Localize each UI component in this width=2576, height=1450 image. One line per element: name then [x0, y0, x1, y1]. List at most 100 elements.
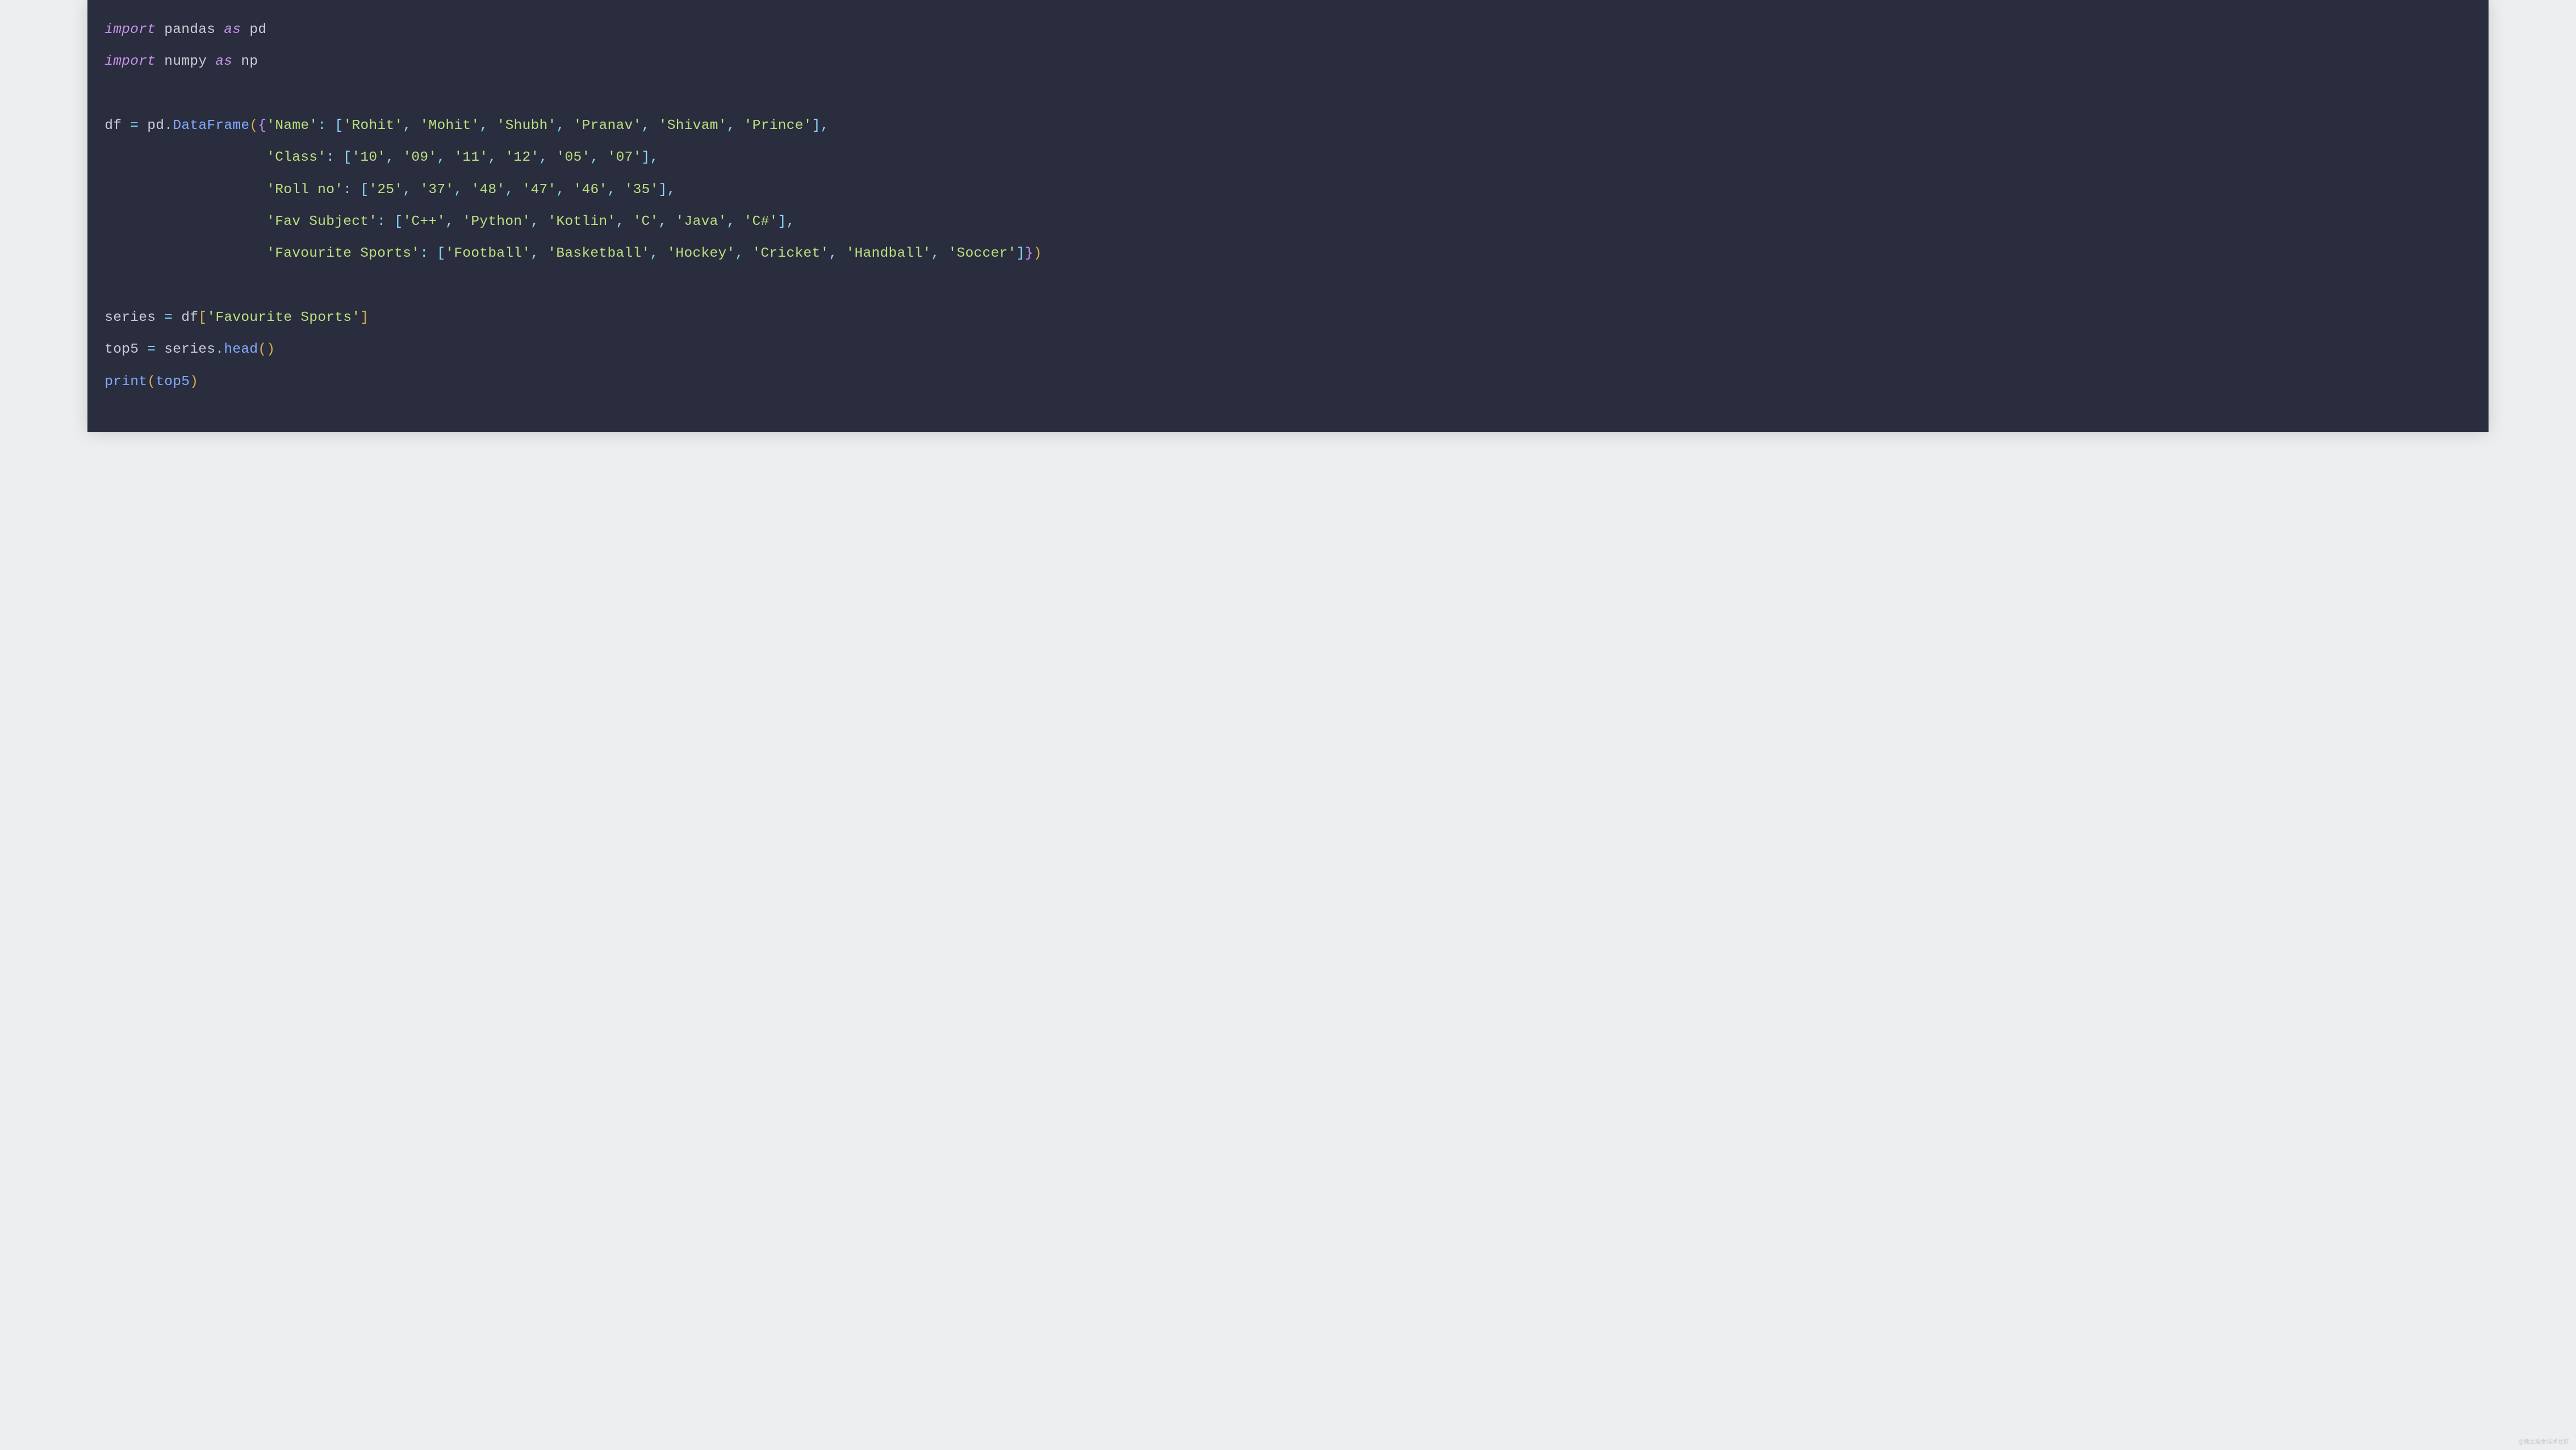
- colon: :: [343, 182, 352, 198]
- class-name: DataFrame: [173, 118, 249, 133]
- list-close: ]: [778, 214, 787, 229]
- list-open: [: [394, 214, 403, 229]
- dict-key: 'Roll no': [266, 182, 343, 198]
- string-literal: '46': [574, 182, 608, 198]
- string-literal: '11': [454, 150, 488, 165]
- paren-open: (: [258, 342, 266, 357]
- colon: :: [420, 246, 428, 261]
- builtin-function: print: [104, 374, 147, 390]
- dot-operator: .: [164, 118, 173, 133]
- brace-close: }: [1025, 246, 1034, 261]
- colon: :: [326, 150, 334, 165]
- module-name: pandas: [164, 22, 215, 37]
- comma: ,: [437, 150, 445, 165]
- string-literal: '10': [352, 150, 386, 165]
- comma: ,: [591, 150, 599, 165]
- string-literal: 'C++': [403, 214, 445, 229]
- comma: ,: [505, 182, 513, 198]
- keyword-as: as: [215, 54, 232, 69]
- comma: ,: [727, 118, 735, 133]
- comma: ,: [821, 118, 829, 133]
- comma: ,: [659, 214, 667, 229]
- string-literal: '48': [471, 182, 505, 198]
- keyword-import: import: [104, 54, 156, 69]
- colon: :: [377, 214, 386, 229]
- comma: ,: [931, 246, 940, 261]
- string-literal: 'Pranav': [574, 118, 642, 133]
- comma: ,: [530, 214, 539, 229]
- equals-operator: =: [147, 342, 156, 357]
- list-open: [: [437, 246, 445, 261]
- string-literal: '47': [522, 182, 556, 198]
- string-literal: '05': [557, 150, 591, 165]
- string-literal: 'Handball': [846, 246, 931, 261]
- code-line: 'Class': ['10', '09', '11', '12', '05', …: [104, 150, 658, 165]
- string-literal: 'Hockey': [667, 246, 735, 261]
- paren-open: (: [147, 374, 156, 390]
- comma: ,: [557, 182, 565, 198]
- method-name: head: [224, 342, 258, 357]
- variable: top5: [104, 342, 139, 357]
- module-name: numpy: [164, 54, 207, 69]
- paren-close: ): [1034, 246, 1042, 261]
- list-close: ]: [659, 182, 667, 198]
- comma: ,: [386, 150, 394, 165]
- string-literal: '09': [403, 150, 437, 165]
- dict-key: 'Favourite Sports': [266, 246, 420, 261]
- comma: ,: [403, 118, 411, 133]
- string-literal: 'Java': [676, 214, 727, 229]
- code-line: df = pd.DataFrame({'Name': ['Rohit', 'Mo…: [104, 118, 829, 133]
- object-ref: pd: [147, 118, 164, 133]
- code-block: import pandas as pd import numpy as np d…: [87, 0, 2489, 432]
- keyword-import: import: [104, 22, 156, 37]
- code-line: 'Favourite Sports': ['Football', 'Basket…: [104, 246, 1042, 261]
- string-literal: '35': [625, 182, 659, 198]
- paren-open: (: [249, 118, 258, 133]
- comma: ,: [445, 214, 454, 229]
- comma: ,: [540, 150, 548, 165]
- string-literal: 'Soccer': [948, 246, 1017, 261]
- equals-operator: =: [164, 310, 173, 325]
- alias-name: pd: [249, 22, 266, 37]
- brace-open: {: [258, 118, 266, 133]
- comma: ,: [616, 214, 624, 229]
- watermark-text: @稀土掘金技术社区: [2518, 1437, 2569, 1445]
- string-literal: '12': [505, 150, 539, 165]
- string-literal: 'Favourite Sports': [207, 310, 360, 325]
- alias-name: np: [241, 54, 258, 69]
- dict-key: 'Fav Subject': [266, 214, 377, 229]
- string-literal: 'C#': [744, 214, 778, 229]
- index-open: [: [198, 310, 207, 325]
- comma: ,: [735, 246, 744, 261]
- dot-operator: .: [215, 342, 224, 357]
- string-literal: 'Python': [462, 214, 530, 229]
- string-literal: 'Kotlin': [547, 214, 616, 229]
- colon: :: [317, 118, 326, 133]
- code-line: 'Fav Subject': ['C++', 'Python', 'Kotlin…: [104, 214, 794, 229]
- list-open: [: [343, 150, 352, 165]
- keyword-as: as: [224, 22, 241, 37]
- object-ref: series: [164, 342, 215, 357]
- string-literal: 'Basketball': [547, 246, 650, 261]
- comma: ,: [488, 150, 496, 165]
- argument: top5: [156, 374, 190, 390]
- list-close: ]: [812, 118, 821, 133]
- comma: ,: [787, 214, 795, 229]
- variable: df: [104, 118, 122, 133]
- comma: ,: [480, 118, 488, 133]
- comma: ,: [829, 246, 838, 261]
- comma: ,: [642, 118, 650, 133]
- list-open: [: [334, 118, 343, 133]
- string-literal: 'Cricket': [752, 246, 829, 261]
- comma: ,: [557, 118, 565, 133]
- code-line: top5 = series.head(): [104, 342, 275, 357]
- string-literal: '25': [369, 182, 403, 198]
- list-close: ]: [642, 150, 650, 165]
- string-literal: 'Shivam': [659, 118, 727, 133]
- string-literal: '07': [608, 150, 642, 165]
- dict-key: 'Class': [266, 150, 326, 165]
- comma: ,: [608, 182, 616, 198]
- equals-operator: =: [130, 118, 139, 133]
- code-line: series = df['Favourite Sports']: [104, 310, 369, 325]
- comma: ,: [727, 214, 735, 229]
